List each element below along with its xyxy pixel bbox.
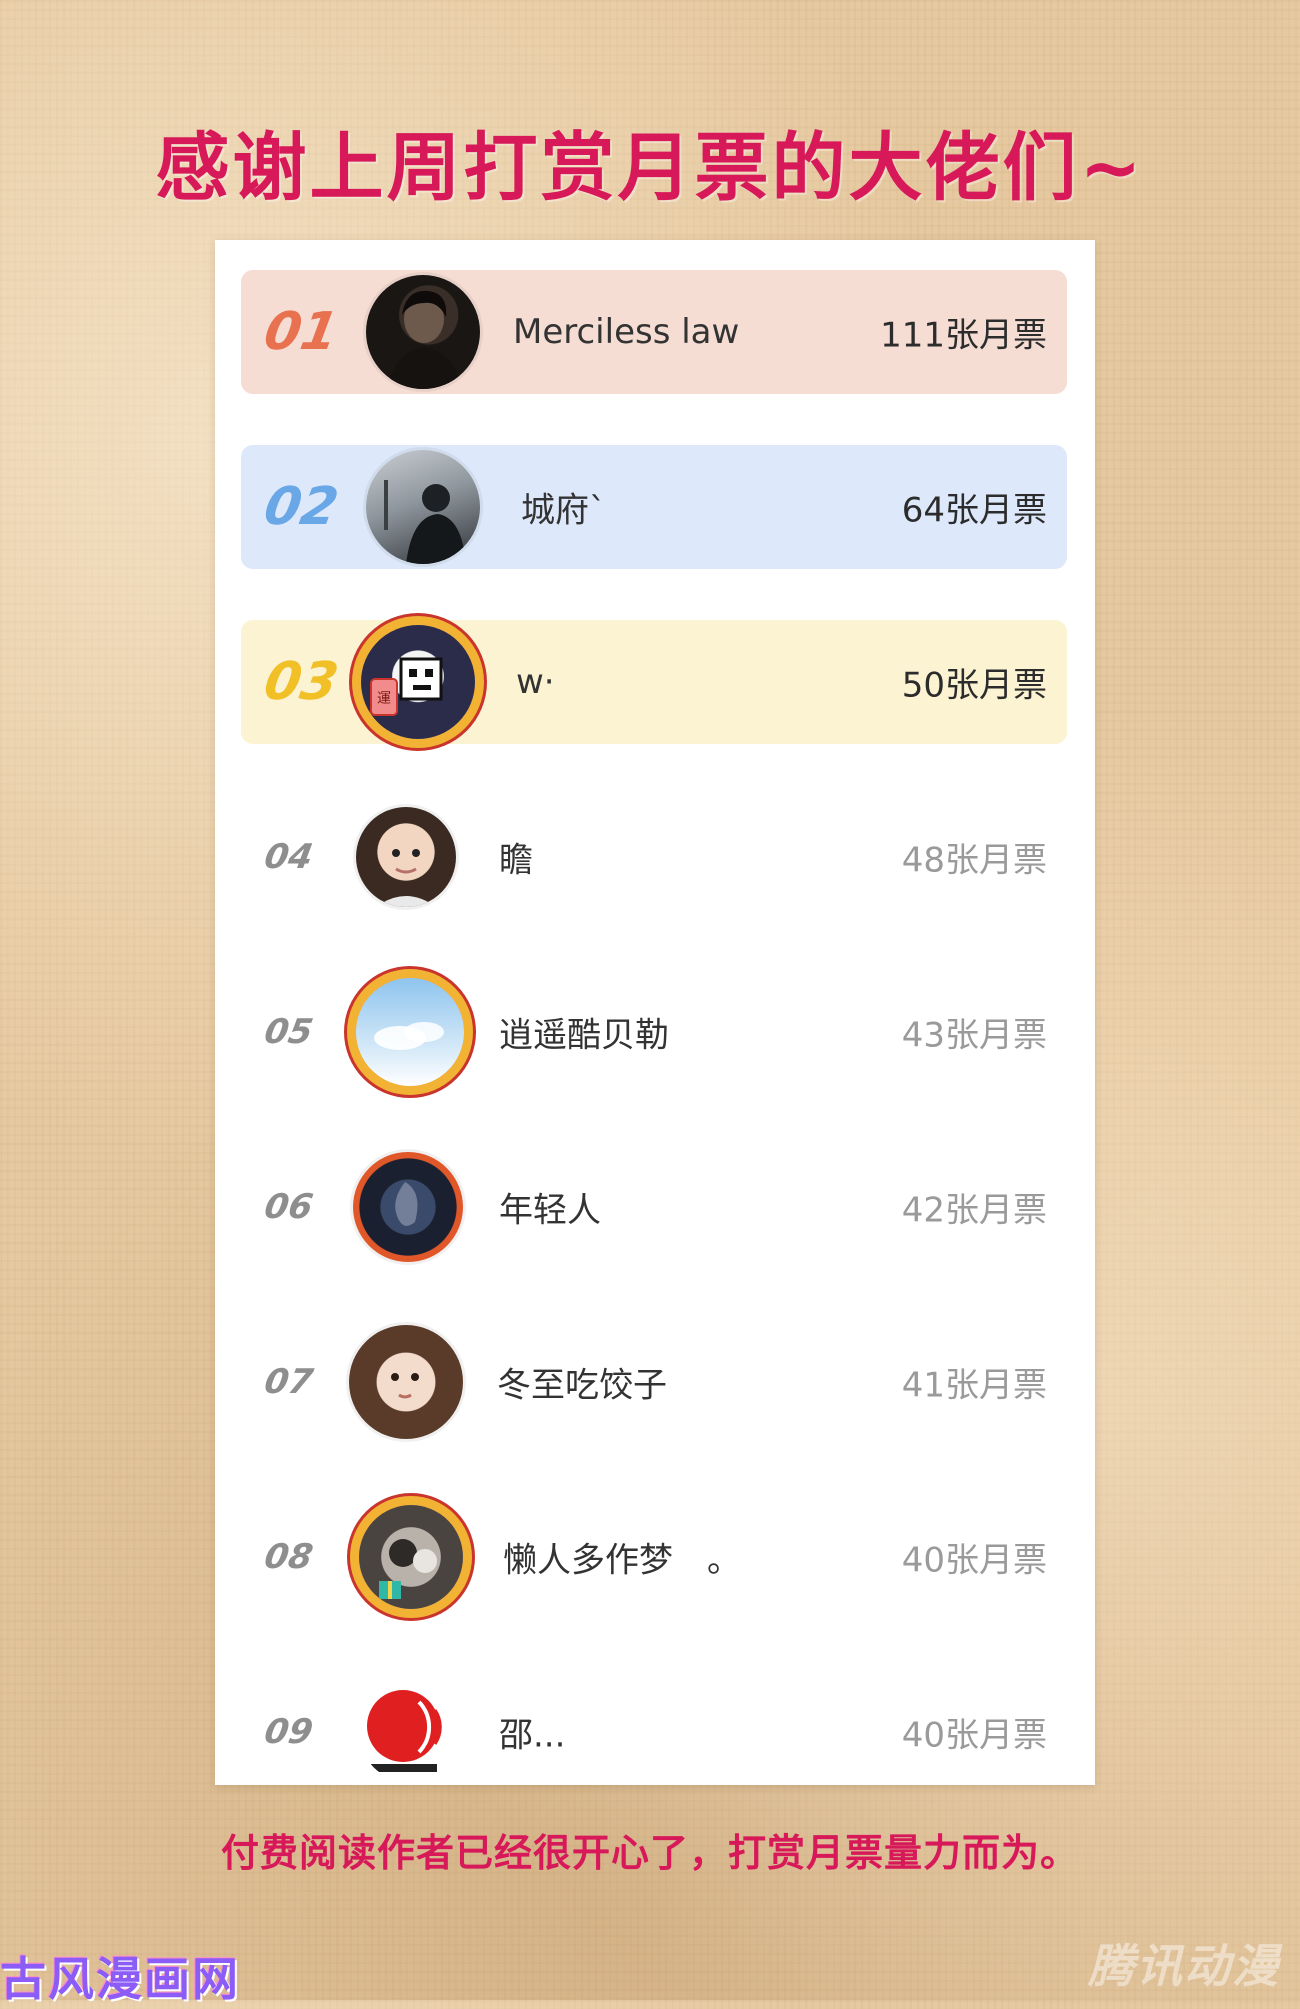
vote-count: 48张月票 [901,840,1047,881]
vote-count: 40张月票 [901,1715,1047,1756]
vote-count: 42张月票 [901,1190,1047,1231]
person-silhouette-icon [386,290,462,389]
avatar[interactable] [366,450,480,564]
user-name: 逍遥酷贝勒 [499,1015,669,1056]
ranking-row-1[interactable]: 01 Merciless law 111张月票 [241,270,1067,394]
cloud-sky-icon [374,1022,444,1050]
rank-number: 04 [261,837,316,877]
rank-number: 02 [259,477,343,537]
user-name: 冬至吃饺子 [497,1365,667,1406]
ranking-row-4[interactable]: 04 瞻 48张月票 [241,795,1067,919]
ranking-row-8[interactable]: 08 懒人多作梦 。 40张月票 [241,1495,1067,1619]
rank-number: 05 [261,1012,316,1052]
ranking-row-3[interactable]: 03 運 w· 50张月票 [241,620,1067,744]
vote-count: 50张月票 [901,665,1047,706]
user-name: w· [516,662,555,702]
user-name: 城府` [521,490,606,531]
ranking-row-9[interactable]: 09 邵... 40张月票 [241,1670,1067,1794]
person-silhouette-icon [384,480,466,564]
watermark-right: 腾讯动漫 [1088,1939,1280,1993]
user-name: 邵... [499,1715,566,1756]
ranking-row-7[interactable]: 07 冬至吃饺子 41张月票 [241,1320,1067,1444]
user-name: 年轻人 [499,1190,601,1231]
avatar[interactable] [356,978,464,1086]
avatar[interactable] [349,1325,463,1439]
vote-count: 111张月票 [880,315,1047,356]
avatar[interactable] [359,1682,459,1782]
ranking-row-6[interactable]: 06 年轻人 42张月票 [241,1145,1067,1269]
svg-text:運: 運 [377,691,391,707]
gift-frame-icon [379,1539,437,1599]
vote-count: 40张月票 [901,1540,1047,1581]
ranking-row-5[interactable]: 05 逍遥酷贝勒 43张月票 [241,970,1067,1094]
page-title: 感谢上周打赏月票的大佬们~ [155,125,1145,211]
vote-count: 64张月票 [901,490,1047,531]
avatar[interactable] [366,275,480,389]
vote-count: 43张月票 [901,1015,1047,1056]
cartoon-face-icon: 運 [370,657,443,716]
rank-number: 03 [259,652,343,712]
brand-logo-icon [367,1690,442,1772]
user-name: 懒人多作梦 。 [503,1540,741,1581]
rank-number: 07 [261,1362,316,1402]
vote-count: 41张月票 [901,1365,1047,1406]
rank-number: 09 [261,1712,316,1752]
koi-frame-icon [395,1182,418,1226]
footer-note: 付费阅读作者已经很开心了，打赏月票量力而为。 [220,1831,1079,1875]
baby-face-icon [376,849,436,907]
rank-number: 01 [259,302,343,362]
rank-number: 06 [261,1187,316,1227]
user-name: Merciless law [513,312,740,352]
avatar[interactable] [353,1152,463,1262]
watermark-left: 古风漫画网 [0,1952,240,2006]
ranking-card: 01 Merciless law 111张月票 02 城府` 64张月票 03 [215,240,1095,1785]
child-face-icon [391,1373,419,1399]
rank-number: 08 [261,1537,316,1577]
avatar[interactable]: 運 [361,625,475,739]
avatar[interactable] [356,807,456,907]
ranking-row-2[interactable]: 02 城府` 64张月票 [241,445,1067,569]
user-name: 瞻 [499,840,533,881]
avatar[interactable] [359,1505,463,1609]
